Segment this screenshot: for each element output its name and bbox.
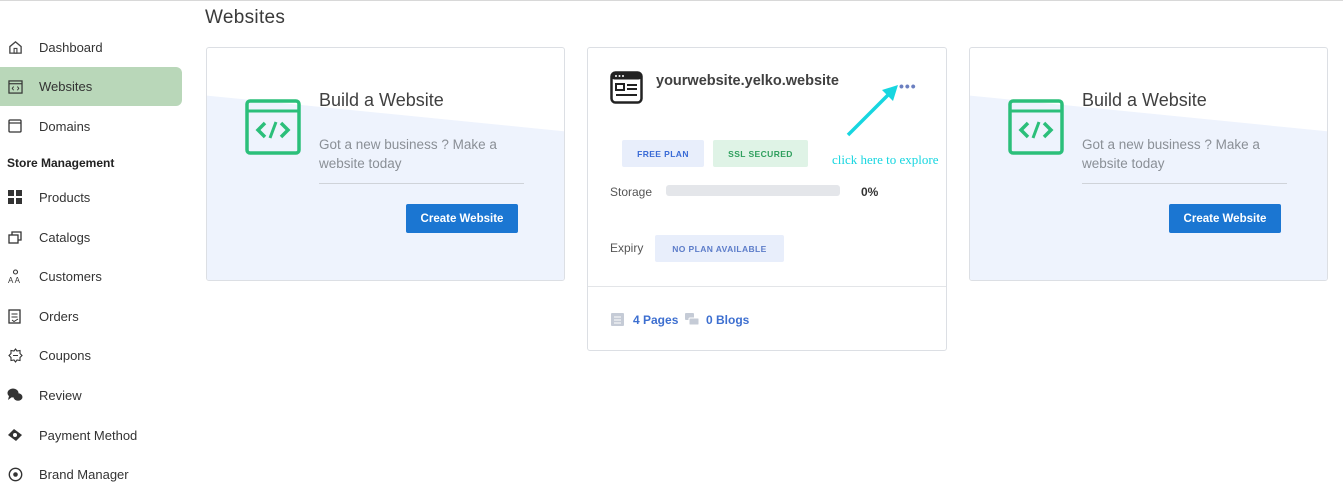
code-window-icon <box>7 79 23 95</box>
sidebar-item-label: Domains <box>39 118 91 134</box>
sidebar-item-label: Orders <box>39 308 79 324</box>
annotation-arrow <box>846 85 898 137</box>
home-icon <box>7 39 23 55</box>
section-title-store-management: Store Management <box>7 156 115 170</box>
create-website-button[interactable]: Create Website <box>1169 204 1281 233</box>
sidebar-item-label: Review <box>39 387 82 403</box>
card-divider <box>588 286 946 287</box>
browser-window-icon <box>610 71 643 104</box>
window-icon <box>7 118 23 134</box>
svg-text:A A: A A <box>8 276 21 284</box>
chat-icon <box>7 387 23 403</box>
ssl-badge: SSL SECURED <box>713 140 808 167</box>
storage-progress-bar <box>666 185 840 196</box>
card-description: Got a new business ? Make a website toda… <box>319 137 497 171</box>
sidebar-item-label: Brand Manager <box>39 466 129 482</box>
sidebar-item-dashboard[interactable]: Dashboard <box>0 28 182 66</box>
users-icon: A A <box>7 268 23 284</box>
card-divider <box>319 183 524 184</box>
sidebar-item-coupons[interactable]: Coupons <box>0 336 182 374</box>
sidebar-item-customers[interactable]: A A Customers <box>0 257 182 295</box>
website-domain-name: yourwebsite.yelko.website <box>656 73 839 89</box>
sidebar-item-label: Catalogs <box>39 229 91 245</box>
code-window-icon <box>1008 99 1064 155</box>
sidebar-item-label: Payment Method <box>39 427 138 443</box>
sidebar: Dashboard Websites Domains Store Managem… <box>0 1 190 482</box>
sidebar-item-orders[interactable]: Orders <box>0 297 182 335</box>
sidebar-item-payment-method[interactable]: Payment Method <box>0 416 182 454</box>
build-website-card: Build a Website Got a new business ? Mak… <box>969 47 1328 281</box>
plan-badge: FREE PLAN <box>622 140 704 167</box>
card-title: Build a Website <box>319 90 444 110</box>
layers-icon <box>7 229 23 245</box>
page-title: Websites <box>205 7 286 28</box>
storage-label: Storage <box>610 185 653 199</box>
sidebar-item-label: Products <box>39 189 91 205</box>
pages-icon <box>611 313 624 326</box>
sidebar-item-products[interactable]: Products <box>0 178 182 216</box>
blogs-link[interactable]: 0 Blogs <box>706 313 749 327</box>
build-website-card: Build a Website Got a new business ? Mak… <box>206 47 565 281</box>
target-icon <box>7 466 23 482</box>
sidebar-item-brand-manager[interactable]: Brand Manager <box>0 455 182 493</box>
create-website-button[interactable]: Create Website <box>406 204 518 233</box>
pages-link[interactable]: 4 Pages <box>633 313 678 327</box>
coupon-icon <box>7 347 23 363</box>
sidebar-item-label: Coupons <box>39 347 92 363</box>
sidebar-item-label: Customers <box>39 268 102 284</box>
sidebar-item-catalogs[interactable]: Catalogs <box>0 218 182 256</box>
sidebar-item-websites[interactable]: Websites <box>0 67 182 106</box>
grid-icon <box>7 189 23 205</box>
sidebar-item-review[interactable]: Review <box>0 376 182 414</box>
card-title: Build a Website <box>1082 90 1207 110</box>
code-window-icon <box>245 99 301 155</box>
clipboard-icon <box>7 308 23 324</box>
card-description: Got a new business ? Make a website toda… <box>1082 137 1260 171</box>
sidebar-item-domains[interactable]: Domains <box>0 107 182 145</box>
storage-percent: 0% <box>861 185 879 199</box>
annotation-text: click here to explore <box>832 152 939 167</box>
expiry-badge: NO PLAN AVAILABLE <box>655 235 784 262</box>
expiry-label: Expiry <box>610 241 644 255</box>
payment-icon <box>7 427 23 443</box>
card-divider <box>1082 183 1287 184</box>
sidebar-item-label: Websites <box>39 79 93 94</box>
blogs-icon <box>685 313 700 326</box>
sidebar-item-label: Dashboard <box>39 39 103 55</box>
